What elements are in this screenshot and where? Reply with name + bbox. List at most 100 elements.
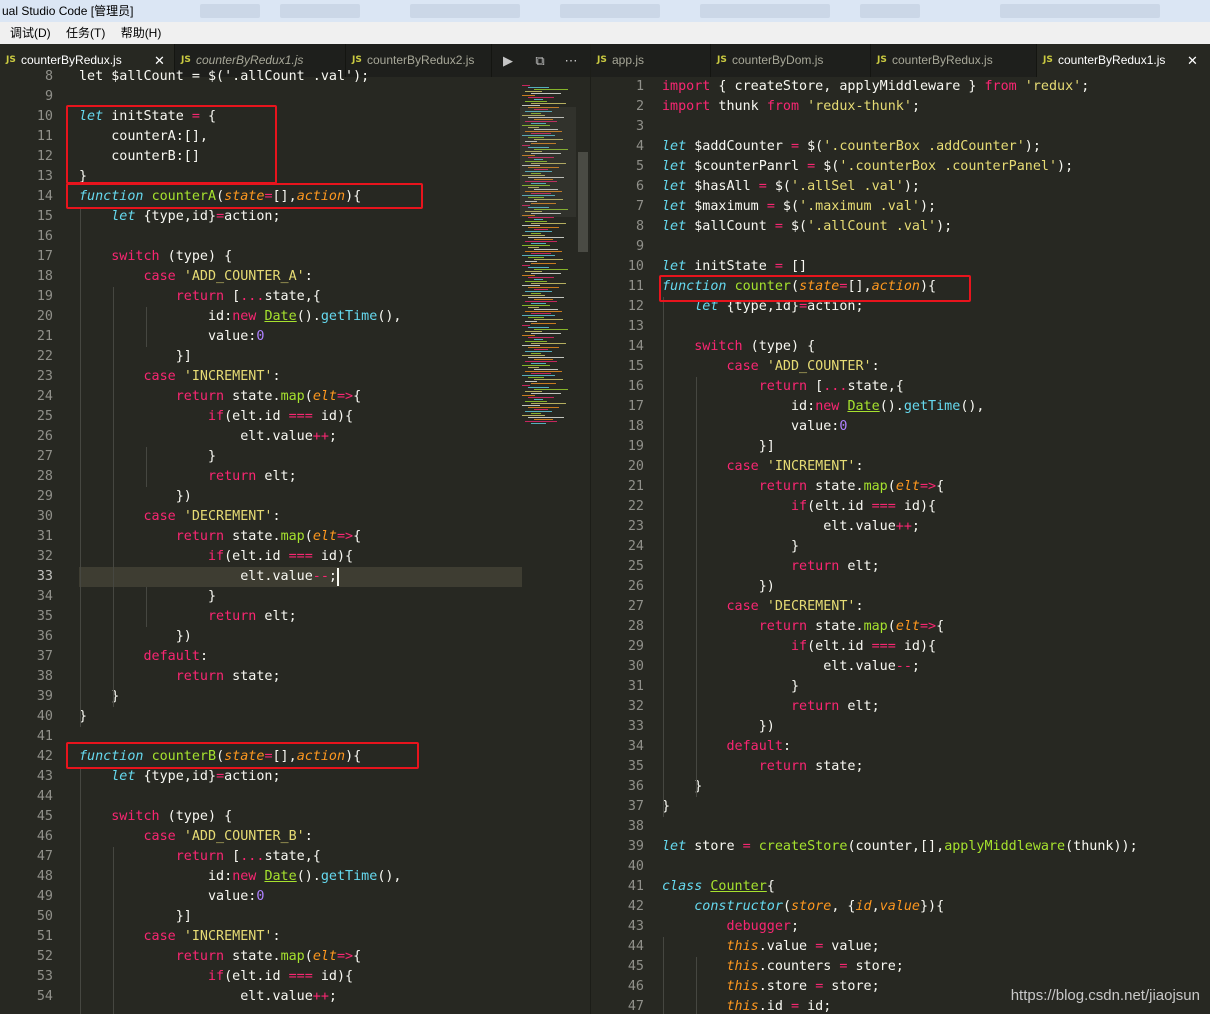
code-line[interactable]: return state.map(elt=>{ — [662, 477, 944, 497]
minimap-slider[interactable] — [520, 107, 576, 217]
code-line[interactable]: this.value = value; — [662, 937, 880, 957]
code-line[interactable]: id:new Date().getTime(), — [79, 307, 402, 327]
code-token: -- — [312, 569, 329, 584]
code-line[interactable]: return state; — [662, 757, 864, 777]
code-line[interactable]: return [...state,{ — [79, 847, 321, 867]
code-line[interactable]: value:0 — [79, 327, 264, 347]
code-line[interactable]: let {type,id}=action; — [79, 767, 280, 787]
code-line[interactable]: }) — [79, 627, 192, 647]
minimap-line — [528, 317, 544, 318]
code-line[interactable]: switch (type) { — [662, 337, 815, 357]
code-line[interactable]: return elt; — [79, 607, 297, 627]
code-line[interactable]: let {type,id}=action; — [79, 207, 280, 227]
code-line[interactable]: }] — [79, 347, 192, 367]
code-line[interactable]: return [...state,{ — [79, 287, 321, 307]
minimap-line — [522, 395, 535, 396]
code-line[interactable]: let $counterPanrl = $('.counterBox .coun… — [662, 157, 1073, 177]
code-line[interactable]: let $allCount = $('.allCount .val'); — [79, 67, 369, 87]
code-line[interactable]: if(elt.id === id){ — [662, 497, 936, 517]
code-line[interactable]: case 'INCREMENT': — [79, 367, 281, 387]
code-line[interactable]: this.store = store; — [662, 977, 880, 997]
code-line[interactable]: elt.value++; — [79, 987, 337, 1007]
code-line[interactable]: return state.map(elt=>{ — [79, 947, 361, 967]
minimap-line — [528, 217, 554, 218]
code-line[interactable]: let $allCount = $('.allCount .val'); — [662, 217, 952, 237]
code-line[interactable]: default: — [662, 737, 792, 757]
code-line[interactable]: return [...state,{ — [662, 377, 904, 397]
code-line[interactable]: this.id = id; — [662, 997, 832, 1014]
code-line[interactable]: let $hasAll = $('.allSel .val'); — [662, 177, 920, 197]
code-line[interactable]: }] — [79, 907, 192, 927]
more-actions-icon[interactable]: ⋯ — [560, 44, 582, 77]
menu-debug[interactable]: 调试(D) — [10, 22, 51, 44]
code-line[interactable]: return elt; — [662, 697, 880, 717]
code-line[interactable]: debugger; — [662, 917, 800, 937]
code-line[interactable]: case 'DECREMENT': — [79, 507, 281, 527]
code-line[interactable]: let initState = [] — [662, 257, 807, 277]
code-line[interactable]: return state.map(elt=>{ — [79, 527, 361, 547]
code-line[interactable]: return state.map(elt=>{ — [79, 387, 361, 407]
code-line[interactable]: return state; — [79, 667, 281, 687]
code-line[interactable]: elt.value++; — [79, 427, 337, 447]
code-line[interactable]: if(elt.id === id){ — [662, 637, 936, 657]
code-line[interactable]: case 'DECREMENT': — [662, 597, 864, 617]
code-line[interactable]: import { createStore, applyMiddleware } … — [662, 77, 1089, 97]
code-line[interactable]: return elt; — [662, 557, 880, 577]
split-editor-icon[interactable]: ⧉ — [529, 44, 551, 77]
code-line[interactable]: import thunk from 'redux-thunk'; — [662, 97, 920, 117]
code-line[interactable]: }) — [662, 717, 775, 737]
left-vertical-scrollbar[interactable] — [576, 77, 590, 1014]
code-line[interactable]: }) — [662, 577, 775, 597]
code-line[interactable]: switch (type) { — [79, 807, 232, 827]
code-token: value: — [79, 329, 257, 344]
code-line[interactable]: } — [79, 447, 216, 467]
tab-counterByRedux-js[interactable]: JS counterByRedux.js — [871, 44, 1037, 77]
code-line[interactable]: case 'ADD_COUNTER': — [662, 357, 880, 377]
minimap-line — [528, 387, 549, 388]
menu-tasks[interactable]: 任务(T) — [66, 22, 105, 44]
code-line[interactable]: elt.value--; — [79, 567, 337, 587]
code-line[interactable]: case 'ADD_COUNTER_B': — [79, 827, 313, 847]
tab-app-js[interactable]: JS app.js — [591, 44, 711, 77]
code-line[interactable]: default: — [79, 647, 209, 667]
code-line[interactable]: case 'INCREMENT': — [79, 927, 281, 947]
code-token: elt; — [839, 559, 880, 574]
code-line[interactable]: this.counters = store; — [662, 957, 904, 977]
tab-counterByDom-js[interactable]: JS counterByDom.js — [711, 44, 871, 77]
code-line[interactable]: id:new Date().getTime(), — [662, 397, 985, 417]
code-line[interactable]: let $maximum = $('.maximum .val'); — [662, 197, 936, 217]
code-line[interactable]: return state.map(elt=>{ — [662, 617, 944, 637]
code-line[interactable]: if(elt.id === id){ — [79, 407, 353, 427]
code-line[interactable]: }) — [79, 487, 192, 507]
code-line[interactable]: return elt; — [79, 467, 297, 487]
run-icon[interactable]: ▶ — [497, 44, 519, 77]
tab-counterByRedux1-js[interactable]: JS counterByRedux1.js ✕ — [1037, 44, 1210, 77]
code-line[interactable]: constructor(store, {id,value}){ — [662, 897, 944, 917]
code-line[interactable]: case 'INCREMENT': — [662, 457, 864, 477]
code-line[interactable]: if(elt.id === id){ — [79, 967, 353, 987]
code-line[interactable]: value:0 — [79, 887, 264, 907]
scroll-thumb[interactable] — [578, 152, 588, 252]
code-line[interactable]: elt.value--; — [662, 657, 920, 677]
code-line[interactable]: } — [79, 587, 216, 607]
code-line[interactable]: case 'ADD_COUNTER_A': — [79, 267, 313, 287]
code-line[interactable]: }] — [662, 437, 775, 457]
close-icon[interactable]: ✕ — [1187, 44, 1198, 77]
code-line[interactable]: id:new Date().getTime(), — [79, 867, 402, 887]
code-line[interactable]: elt.value++; — [662, 517, 920, 537]
code-line[interactable]: let $addCounter = $('.counterBox .addCou… — [662, 137, 1041, 157]
menu-help[interactable]: 帮助(H) — [121, 22, 162, 44]
right-code-editor[interactable]: 1 import { createStore, applyMiddleware }… — [591, 77, 1210, 1014]
code-token: => — [920, 619, 937, 634]
code-token: elt.value — [662, 519, 896, 534]
line-number: 4 — [635, 139, 644, 154]
code-line[interactable]: } — [662, 677, 799, 697]
code-line[interactable]: switch (type) { — [79, 247, 232, 267]
code-line[interactable]: value:0 — [662, 417, 847, 437]
code-line[interactable]: let store = createStore(counter,[],apply… — [662, 837, 1138, 857]
code-line[interactable]: class Counter{ — [662, 877, 775, 897]
code-line[interactable]: if(elt.id === id){ — [79, 547, 353, 567]
left-code-editor[interactable]: 8 let $allCount = $('.allCount .val'); 9 10… — [0, 69, 590, 1014]
code-line[interactable]: } — [662, 537, 799, 557]
